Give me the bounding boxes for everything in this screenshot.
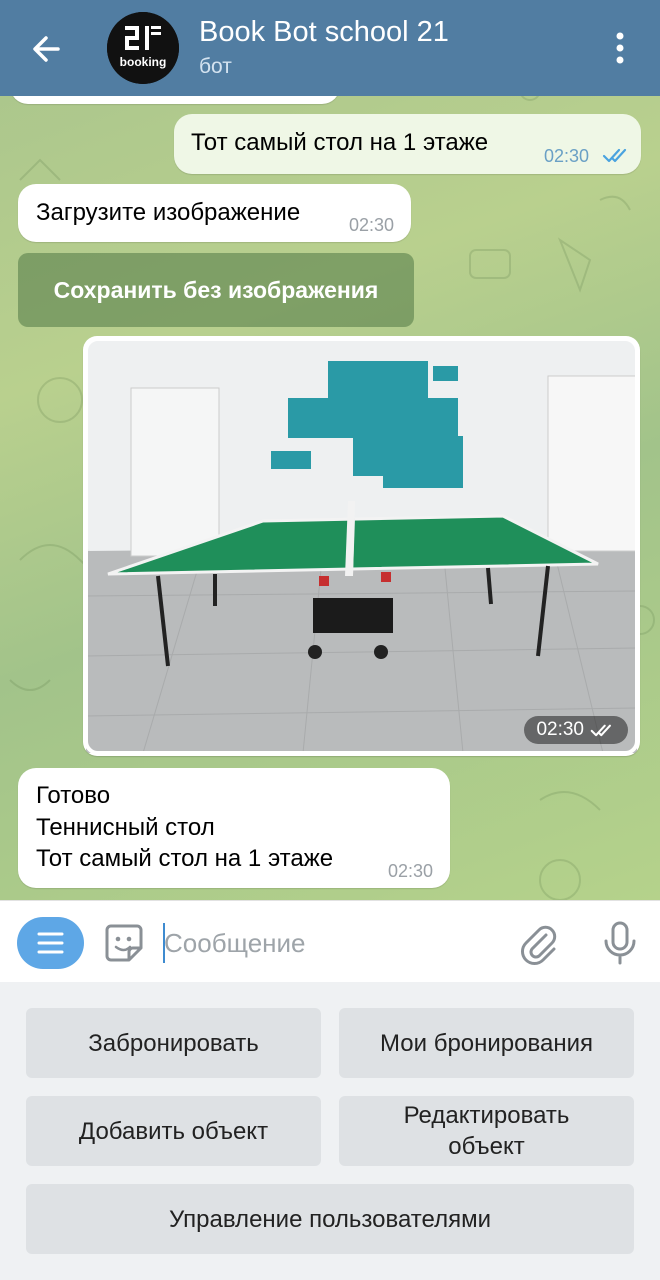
message-line-1: Готово [36, 782, 111, 809]
school21-logo-icon [107, 12, 179, 84]
bot-menu-button[interactable] [17, 917, 84, 969]
incoming-message-bubble: Готово Теннисный стол Тот самый стол на … [18, 768, 450, 888]
my-bookings-button[interactable]: Мои бронирования [339, 1008, 634, 1078]
add-object-button[interactable]: Добавить объект [26, 1096, 321, 1166]
sticker-emoji-icon[interactable] [103, 922, 145, 964]
table-tennis-photo [84, 337, 639, 755]
menu-lines-icon [37, 932, 64, 954]
bot-avatar[interactable]: booking [107, 12, 179, 84]
message-text: Тот самый стол на 1 этаже [191, 129, 489, 156]
message-time: 02:30 [349, 215, 395, 235]
read-ticks-icon [590, 724, 611, 737]
message-line-2: Теннисный стол [36, 814, 215, 841]
message-text: Загрузите изображение [36, 199, 301, 226]
message-input[interactable] [164, 921, 494, 965]
more-options-icon[interactable] [606, 30, 634, 66]
message-time: 02:30 [388, 861, 434, 881]
photo-time-badge: 02:30 [524, 716, 628, 744]
message-line-3: Тот самый стол на 1 этаже [36, 845, 334, 872]
book-button[interactable]: Забронировать [26, 1008, 321, 1078]
manage-users-button[interactable]: Управление пользователями [26, 1184, 634, 1254]
read-ticks-icon [602, 148, 627, 163]
incoming-message-bubble: Загрузите изображение 02:30 [18, 184, 411, 242]
outgoing-message-bubble: Тот самый стол на 1 этаже 02:30 [174, 114, 641, 174]
chat-header: booking Book Bot school 21 бот [0, 0, 660, 96]
back-arrow-icon[interactable] [26, 28, 68, 70]
chat-title[interactable]: Book Bot school 21 [199, 16, 449, 49]
photo-time: 02:30 [536, 719, 584, 740]
message-composer [0, 900, 660, 983]
chat-subtitle: бот [199, 55, 232, 78]
photo-message[interactable]: 02:30 [83, 336, 640, 756]
reply-keyboard: Забронировать Мои бронирования Добавить … [0, 982, 660, 1280]
save-without-image-button[interactable]: Сохранить без изображения [18, 253, 414, 327]
message-time: 02:30 [544, 146, 590, 166]
edit-object-button[interactable]: Редактировать объект [339, 1096, 634, 1166]
avatar-label: booking [119, 55, 167, 69]
paperclip-icon[interactable] [516, 921, 562, 967]
microphone-icon[interactable] [599, 919, 641, 967]
